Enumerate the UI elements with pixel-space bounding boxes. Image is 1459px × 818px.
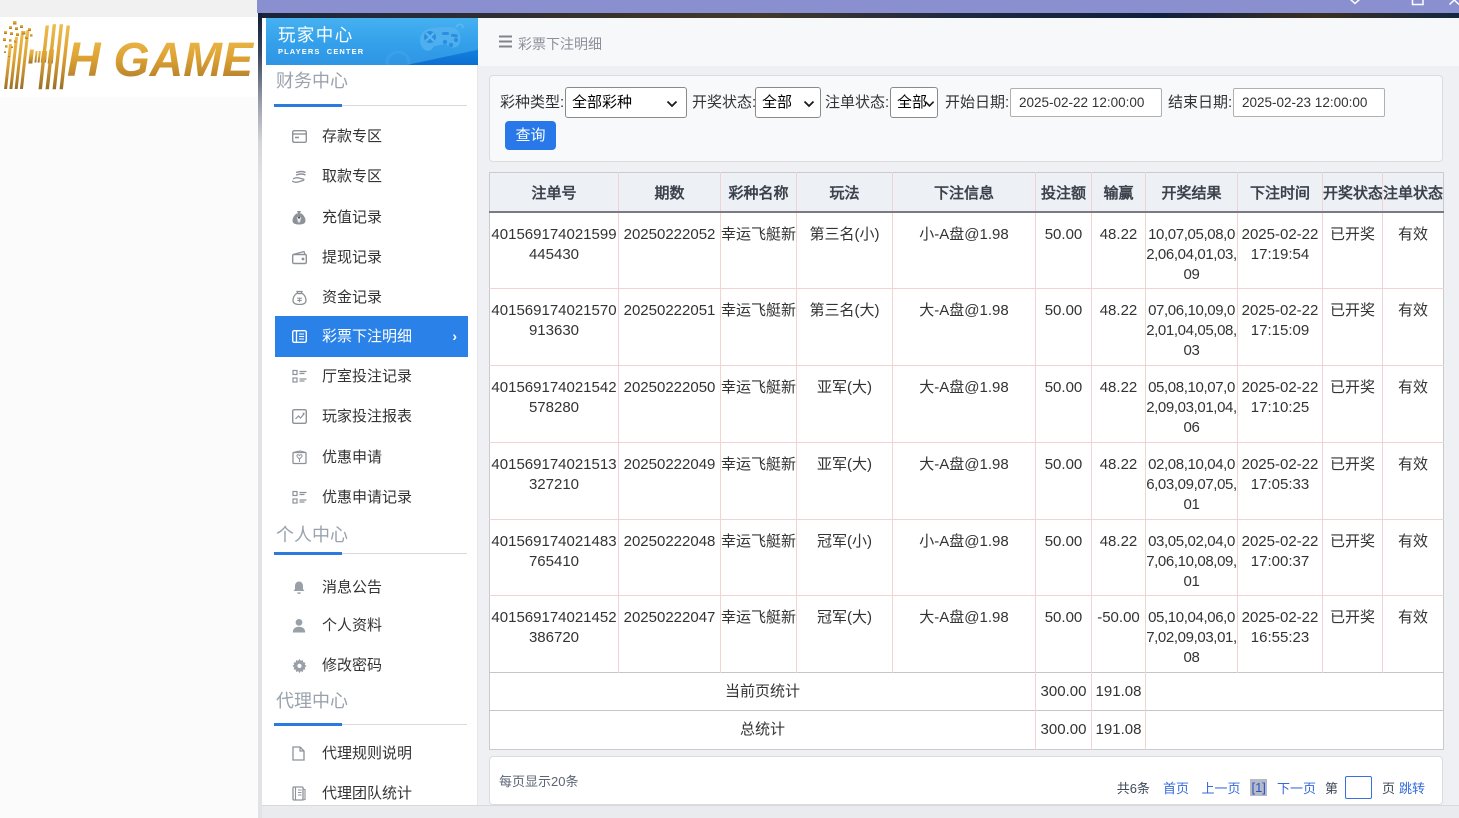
svg-text:H GAME: H GAME	[67, 34, 255, 87]
